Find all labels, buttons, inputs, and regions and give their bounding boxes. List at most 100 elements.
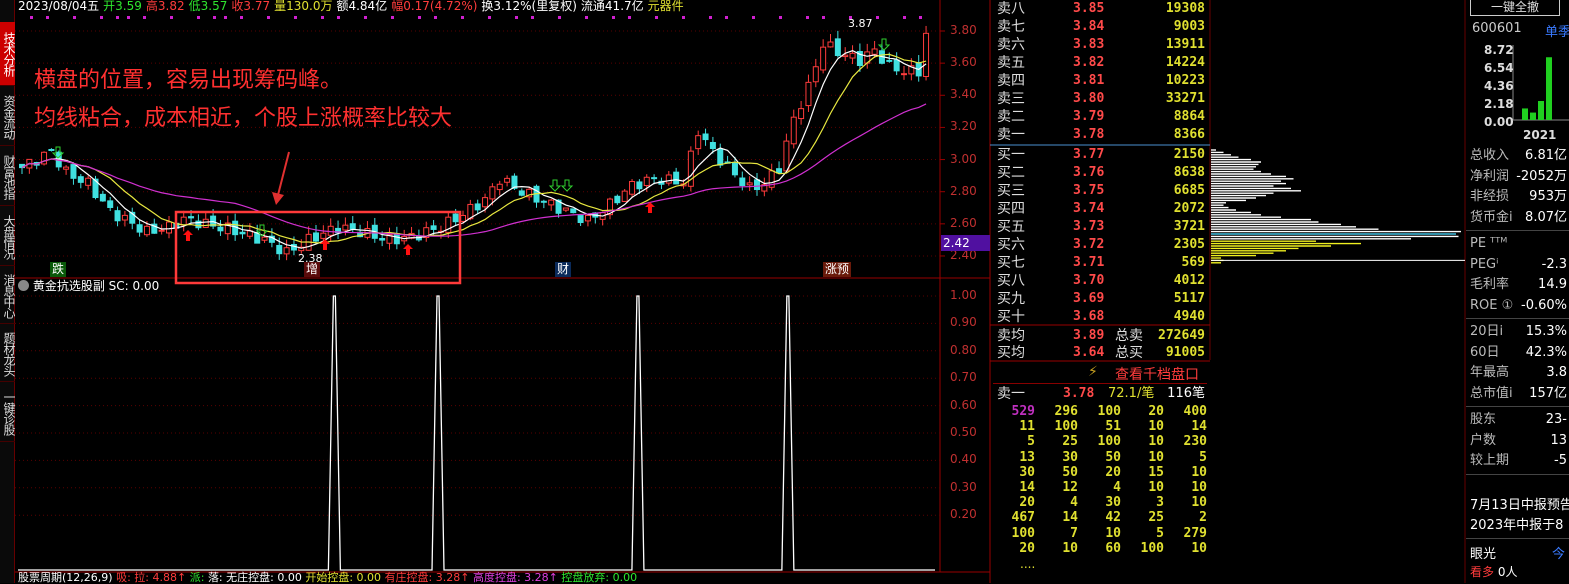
quote-info-bar: 2023/08/04五 开3.59 高3.82 低3.57 收3.77 量130.0万 额4… — [18, 0, 688, 13]
level-volume: 8864 — [1173, 109, 1205, 124]
level-label: 买九 — [997, 291, 1025, 307]
queue-cell: 10 — [1148, 449, 1164, 465]
level-volume: 569 — [1181, 255, 1205, 270]
candle-down — [99, 193, 106, 202]
indicator-sc: SC: 0.00 — [108, 279, 160, 293]
candle-up — [482, 197, 489, 208]
signal-dot — [213, 16, 216, 19]
candle-up — [504, 177, 511, 183]
price-axis-label: 2.60 — [950, 215, 977, 230]
depth-button[interactable]: 查看千档盘口 — [1115, 364, 1199, 384]
candle-down — [48, 148, 55, 151]
signal-dot — [46, 16, 49, 19]
finance-row: 20日i 15.3% — [1470, 322, 1569, 342]
annotation-line-2: 均线粘合，成本相近，个股上涨概率比较大 — [34, 106, 453, 131]
candle-up — [665, 174, 672, 184]
notice-2[interactable]: 2023年中报于8 — [1470, 514, 1563, 533]
cancel-all-button[interactable]: 一键全撤 — [1470, 0, 1560, 16]
status-kaishi: 开始控盘: 0.00 — [305, 571, 382, 584]
queue-cell: 5 — [1156, 525, 1164, 541]
candle-up — [805, 81, 812, 107]
sector[interactable]: 元器件 — [648, 0, 684, 13]
candle-up — [812, 66, 819, 83]
queue-cell: 20 — [1148, 404, 1164, 419]
level-label: 买七 — [997, 255, 1025, 271]
today-link[interactable]: 今 — [1552, 543, 1565, 562]
finance-value: 42.3% — [1525, 344, 1567, 360]
total-label: 总买 — [1115, 345, 1143, 361]
notice-1[interactable]: 7月13日中报预告 — [1470, 494, 1569, 513]
level-label: 买三 — [997, 183, 1025, 199]
queue-cell: 12 — [1062, 480, 1078, 495]
collapse-icon[interactable] — [18, 280, 29, 291]
finance-value: -2052万 — [1516, 168, 1567, 184]
indicator-axis-label: 0.40 — [950, 452, 977, 467]
queue-cell: 400 — [1183, 404, 1207, 419]
candle-up — [643, 176, 650, 187]
level-price: 3.72 — [1073, 237, 1105, 252]
finance-label: 60日 — [1470, 344, 1500, 360]
signal-dot — [127, 16, 130, 19]
mini-axis-label: 6.54 — [1484, 61, 1514, 75]
queue-cell: 11 — [1019, 419, 1035, 435]
ask-row: 卖四 3.81 10223 — [995, 72, 1207, 90]
queue-cell: 10 — [1148, 419, 1164, 435]
candle-down — [636, 181, 643, 190]
annotation-arrowhead — [272, 192, 284, 205]
finance-row: 年最高 3.8 — [1470, 363, 1569, 383]
candle-down — [673, 171, 680, 185]
ask-row: 卖三 3.80 33271 — [995, 90, 1207, 108]
finance-row: PEGⁱ -2.3 — [1470, 255, 1569, 275]
queue-row: 529 296 100 20 400 — [995, 404, 1207, 419]
candle-down — [709, 142, 716, 149]
status-luo: 落: — [207, 571, 223, 584]
candle-down — [217, 226, 224, 232]
signal-dot — [100, 16, 103, 19]
candle-up — [783, 140, 790, 172]
queue-cell: 5 — [1199, 449, 1207, 465]
queue-cell: 5 — [1027, 434, 1035, 450]
level-label: 买四 — [997, 201, 1025, 217]
candle-down — [717, 148, 724, 166]
finance-value: -0.60% — [1521, 297, 1567, 313]
finance-value: 14.9 — [1538, 277, 1567, 292]
candle-up — [790, 116, 797, 145]
indicator-title[interactable]: 黄金抗选股副 — [33, 279, 105, 293]
price-axis-label: 3.60 — [950, 55, 977, 70]
status-name: 股票周期(12,26,9) — [18, 571, 113, 584]
queue-cell: 10 — [1191, 540, 1207, 556]
candle-up — [746, 182, 753, 186]
queue-cell: 7 — [1070, 525, 1078, 541]
candle-up — [320, 232, 327, 239]
period-select[interactable]: 单季 — [1545, 21, 1569, 40]
bid-row: 买三 3.75 6685 — [995, 182, 1207, 200]
mini-bar — [1530, 112, 1536, 120]
candle-down — [77, 176, 84, 183]
level-label: 卖六 — [997, 37, 1025, 53]
level-label: 卖一 — [997, 127, 1025, 143]
candle-down — [754, 179, 760, 191]
buy-arrow-icon — [320, 239, 330, 250]
ask-row: 卖六 3.83 13911 — [995, 36, 1207, 54]
candle-down — [570, 208, 577, 214]
level-price: 3.83 — [1073, 37, 1105, 52]
candle-down — [379, 237, 386, 241]
avg-ask-row: 卖均 3.89 总卖 272649 — [995, 327, 1207, 345]
signal-dot — [628, 16, 631, 19]
signal-dot — [321, 16, 324, 19]
queue-row: 100 7 10 5 279 — [995, 526, 1207, 541]
queue-more[interactable]: .... — [1020, 557, 1035, 571]
level-price: 3.85 — [1073, 1, 1105, 16]
candle-up — [261, 236, 268, 241]
finance-value: 13 — [1550, 432, 1567, 448]
ask-row: 卖一 3.78 8366 — [995, 126, 1207, 144]
finance-label: 净利润 — [1470, 168, 1510, 184]
candle-down — [430, 225, 437, 230]
level-volume: 2150 — [1173, 147, 1205, 162]
queue-cell: 10 — [1148, 480, 1164, 495]
current-price-tag: 2.42 — [941, 235, 990, 251]
queue-cell: 14 — [1019, 480, 1035, 495]
finance-value: 6.81亿 — [1525, 148, 1567, 163]
finance-value: 3.8 — [1546, 365, 1567, 380]
bid-row: 买六 3.72 2305 — [995, 236, 1207, 254]
